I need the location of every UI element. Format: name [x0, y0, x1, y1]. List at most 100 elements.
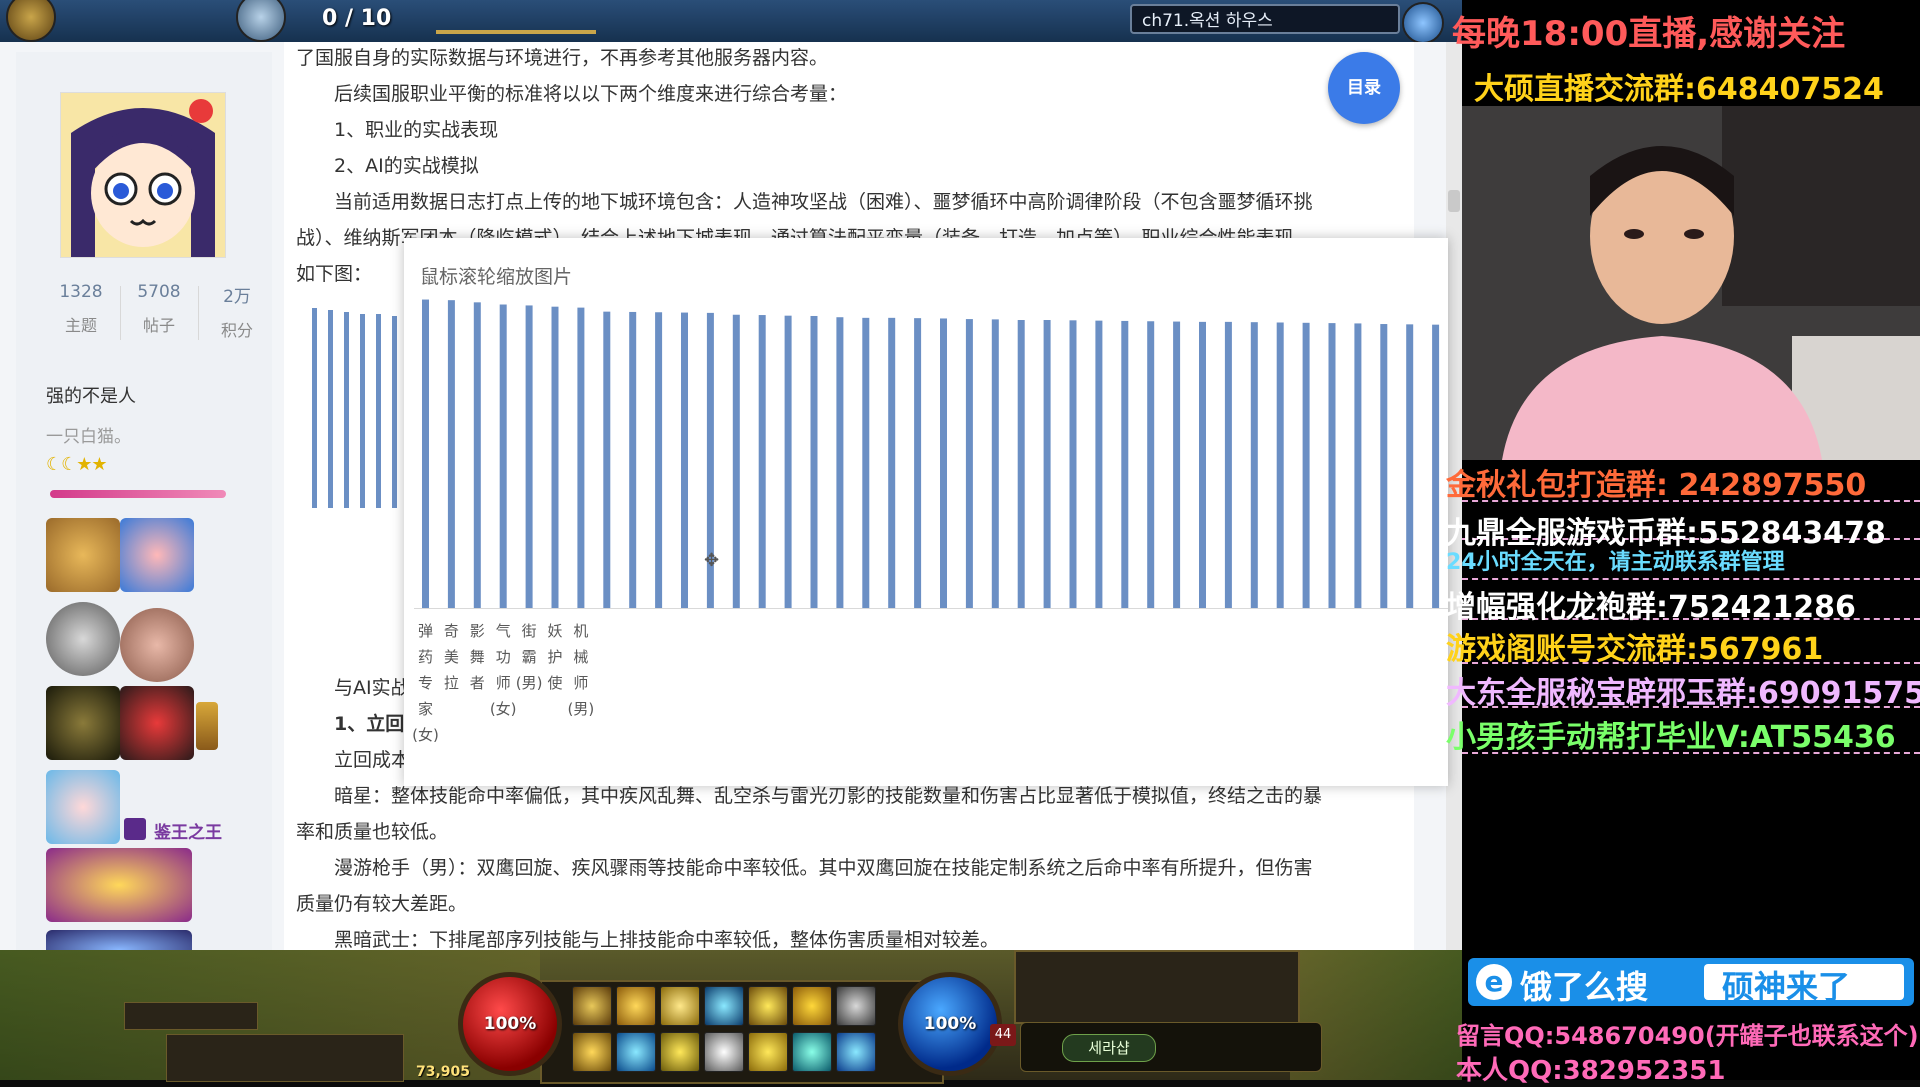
bg-bar — [312, 308, 317, 508]
chart-bar — [888, 317, 896, 608]
game-top-bar: 0 / 10 ch71.옥션 하우스 — [0, 0, 1462, 44]
scrollbar-thumb[interactable] — [1448, 190, 1460, 212]
chart-category-label: 气功师(女) — [490, 622, 517, 718]
chart-bar — [499, 304, 507, 608]
chart-bar — [577, 307, 585, 608]
chart-bar — [1095, 320, 1103, 608]
move-cursor-icon: ✥ — [704, 550, 720, 571]
level-moon-star-icon: ☾☾★★ — [46, 454, 108, 475]
chart-bar — [1432, 324, 1440, 608]
stream-schedule-banner: 每晚18:00直播,感谢关注 — [1452, 14, 1846, 54]
badge-name: 鉴王之王 — [154, 823, 222, 843]
skill-slot-f-icon[interactable] — [704, 1032, 744, 1072]
chart-bar — [1406, 324, 1414, 608]
chart-bar — [1276, 322, 1284, 608]
stat-value: 5708 — [137, 282, 181, 302]
bg-bar — [344, 312, 349, 508]
stream-group-banner: 大硕直播交流群:648407524 — [1474, 72, 1884, 107]
fire-badge-icon[interactable] — [46, 848, 192, 922]
bg-bar — [328, 310, 333, 508]
chart-category-label: 街霸(男) — [516, 622, 543, 692]
item-bar — [166, 1034, 404, 1082]
treasure-group-banner: 大东全服秘宝辟邪玉群:690915752 — [1446, 676, 1920, 711]
seal-badge-icon[interactable] — [120, 608, 194, 682]
chart-bar — [422, 299, 429, 608]
paragraph: 了国服自身的实际数据与环境进行，不再参考其他服务器内容。 — [296, 47, 829, 69]
character-portrait-icon[interactable] — [6, 0, 56, 42]
chart-bar — [551, 306, 559, 608]
chart-bar — [784, 315, 792, 608]
user-name[interactable]: 强的不是人 — [46, 382, 136, 408]
webcam-feed — [1462, 106, 1920, 460]
crown-icon — [124, 818, 146, 840]
paragraph: 黑暗武士：下排尾部序列技能与上排技能命中率较低，整体伤害质量相对较差。 — [334, 929, 1000, 950]
chart-category-label: 机械师(男) — [568, 622, 595, 718]
chart-bar — [1199, 321, 1206, 608]
chart-bar — [1328, 323, 1336, 608]
skill-slot-d-icon[interactable] — [660, 1032, 700, 1072]
chart-bar — [965, 319, 973, 608]
background-chart-thumbnail — [312, 308, 397, 508]
quest-counter: 0 / 10 — [322, 6, 392, 31]
blue-badge-icon[interactable] — [46, 930, 192, 950]
chart-bar — [473, 302, 481, 608]
bg-bar — [376, 314, 381, 508]
image-zoom-dialog[interactable]: 弹药专家(女) 奇美拉 影舞者 气功师(女) 街霸(男) 妖护使 机械师(男) 鼠标滚轮缩放… — [404, 238, 1448, 786]
chart-bar — [810, 315, 818, 608]
skill-slot-ctrl-icon[interactable] — [836, 1032, 876, 1072]
eleme-ad-banner: e 饿了么搜 硕神来了 — [1468, 958, 1914, 1006]
chart-bar — [629, 311, 637, 608]
skill-slot-r-icon[interactable] — [704, 986, 744, 1026]
skill-slot-h-icon[interactable] — [792, 1032, 832, 1072]
mp-orb: 100% — [898, 972, 1002, 1076]
class-performance-bar-chart[interactable]: 弹药专家(女) 奇美拉影舞者气功师(女)街霸(男) 妖护使机械师(男) — [404, 238, 1448, 786]
skill-slot-t-icon[interactable] — [748, 986, 788, 1026]
chart-bar — [1173, 321, 1181, 608]
skill-slot-w-icon[interactable] — [616, 986, 656, 1026]
monkey-badge-icon[interactable] — [46, 518, 120, 592]
chart-bar — [836, 317, 844, 608]
skill-slot-g-icon[interactable] — [748, 1032, 788, 1072]
toc-button[interactable]: 目录 — [1328, 52, 1400, 124]
chart-bar — [1302, 322, 1310, 608]
chart-bar — [525, 305, 533, 608]
skill-slot-q-icon[interactable] — [572, 986, 612, 1026]
account-group-banner: 游戏阁账号交流群:567961 — [1446, 632, 1824, 667]
level-badge: 44 — [990, 1024, 1016, 1046]
chart-bar — [1224, 321, 1232, 608]
eleme-search-text: 饿了么搜 — [1520, 968, 1649, 1006]
skill-slot-s-icon[interactable] — [616, 1032, 656, 1072]
redhair-badge-icon[interactable] — [120, 686, 194, 760]
paragraph: 当前适用数据日志打点上传的地下城环境包含：人造神攻坚战（困难）、噩梦循环中高阶调… — [334, 191, 1313, 213]
globe-icon[interactable] — [1402, 2, 1444, 44]
contact-qq-message: 留言QQ:548670490(开罐子也联系这个) — [1456, 1022, 1919, 1050]
anime-avatar-icon — [61, 93, 225, 257]
medal-badge-icon[interactable] — [46, 602, 120, 676]
chart-bar — [1380, 324, 1388, 608]
skill-slot-e-icon[interactable] — [660, 986, 700, 1026]
doll-badge-icon[interactable] — [120, 518, 194, 592]
stat-label: 帖子 — [142, 316, 175, 335]
stat-posts[interactable]: 5708 帖子 — [122, 282, 196, 336]
seraph-shop-button[interactable]: 세라샵 — [1062, 1034, 1156, 1062]
skill-slot-alt-icon[interactable] — [836, 986, 876, 1026]
quest-icon[interactable] — [236, 0, 286, 42]
stat-topics[interactable]: 1328 主题 — [44, 282, 118, 336]
stat-label: 主题 — [64, 316, 97, 335]
eleme-logo-icon: e — [1476, 964, 1512, 1000]
chart-category-label: 妖护使 — [547, 622, 562, 692]
streamer-webcam-icon — [1462, 106, 1920, 460]
gift-group-banner: 金秋礼包打造群: 242897550 — [1446, 468, 1867, 503]
chart-bar — [1069, 320, 1077, 608]
penguin-badge-icon[interactable] — [46, 770, 120, 844]
buff-bar — [124, 1002, 258, 1030]
channel-indicator[interactable]: ch71.옥션 하우스 — [1130, 4, 1400, 34]
ribbon-medal-icon[interactable] — [196, 702, 218, 750]
user-avatar[interactable] — [60, 92, 226, 258]
dark-badge-icon[interactable] — [46, 686, 120, 760]
boost-service-banner: 小男孩手动帮打毕业V:AT55436 — [1446, 720, 1896, 755]
skill-slot-a-icon[interactable] — [572, 1032, 612, 1072]
chart-bar — [914, 318, 922, 608]
skill-slot-y-icon[interactable] — [792, 986, 832, 1026]
stat-points[interactable]: 2万 积分 — [200, 282, 274, 341]
